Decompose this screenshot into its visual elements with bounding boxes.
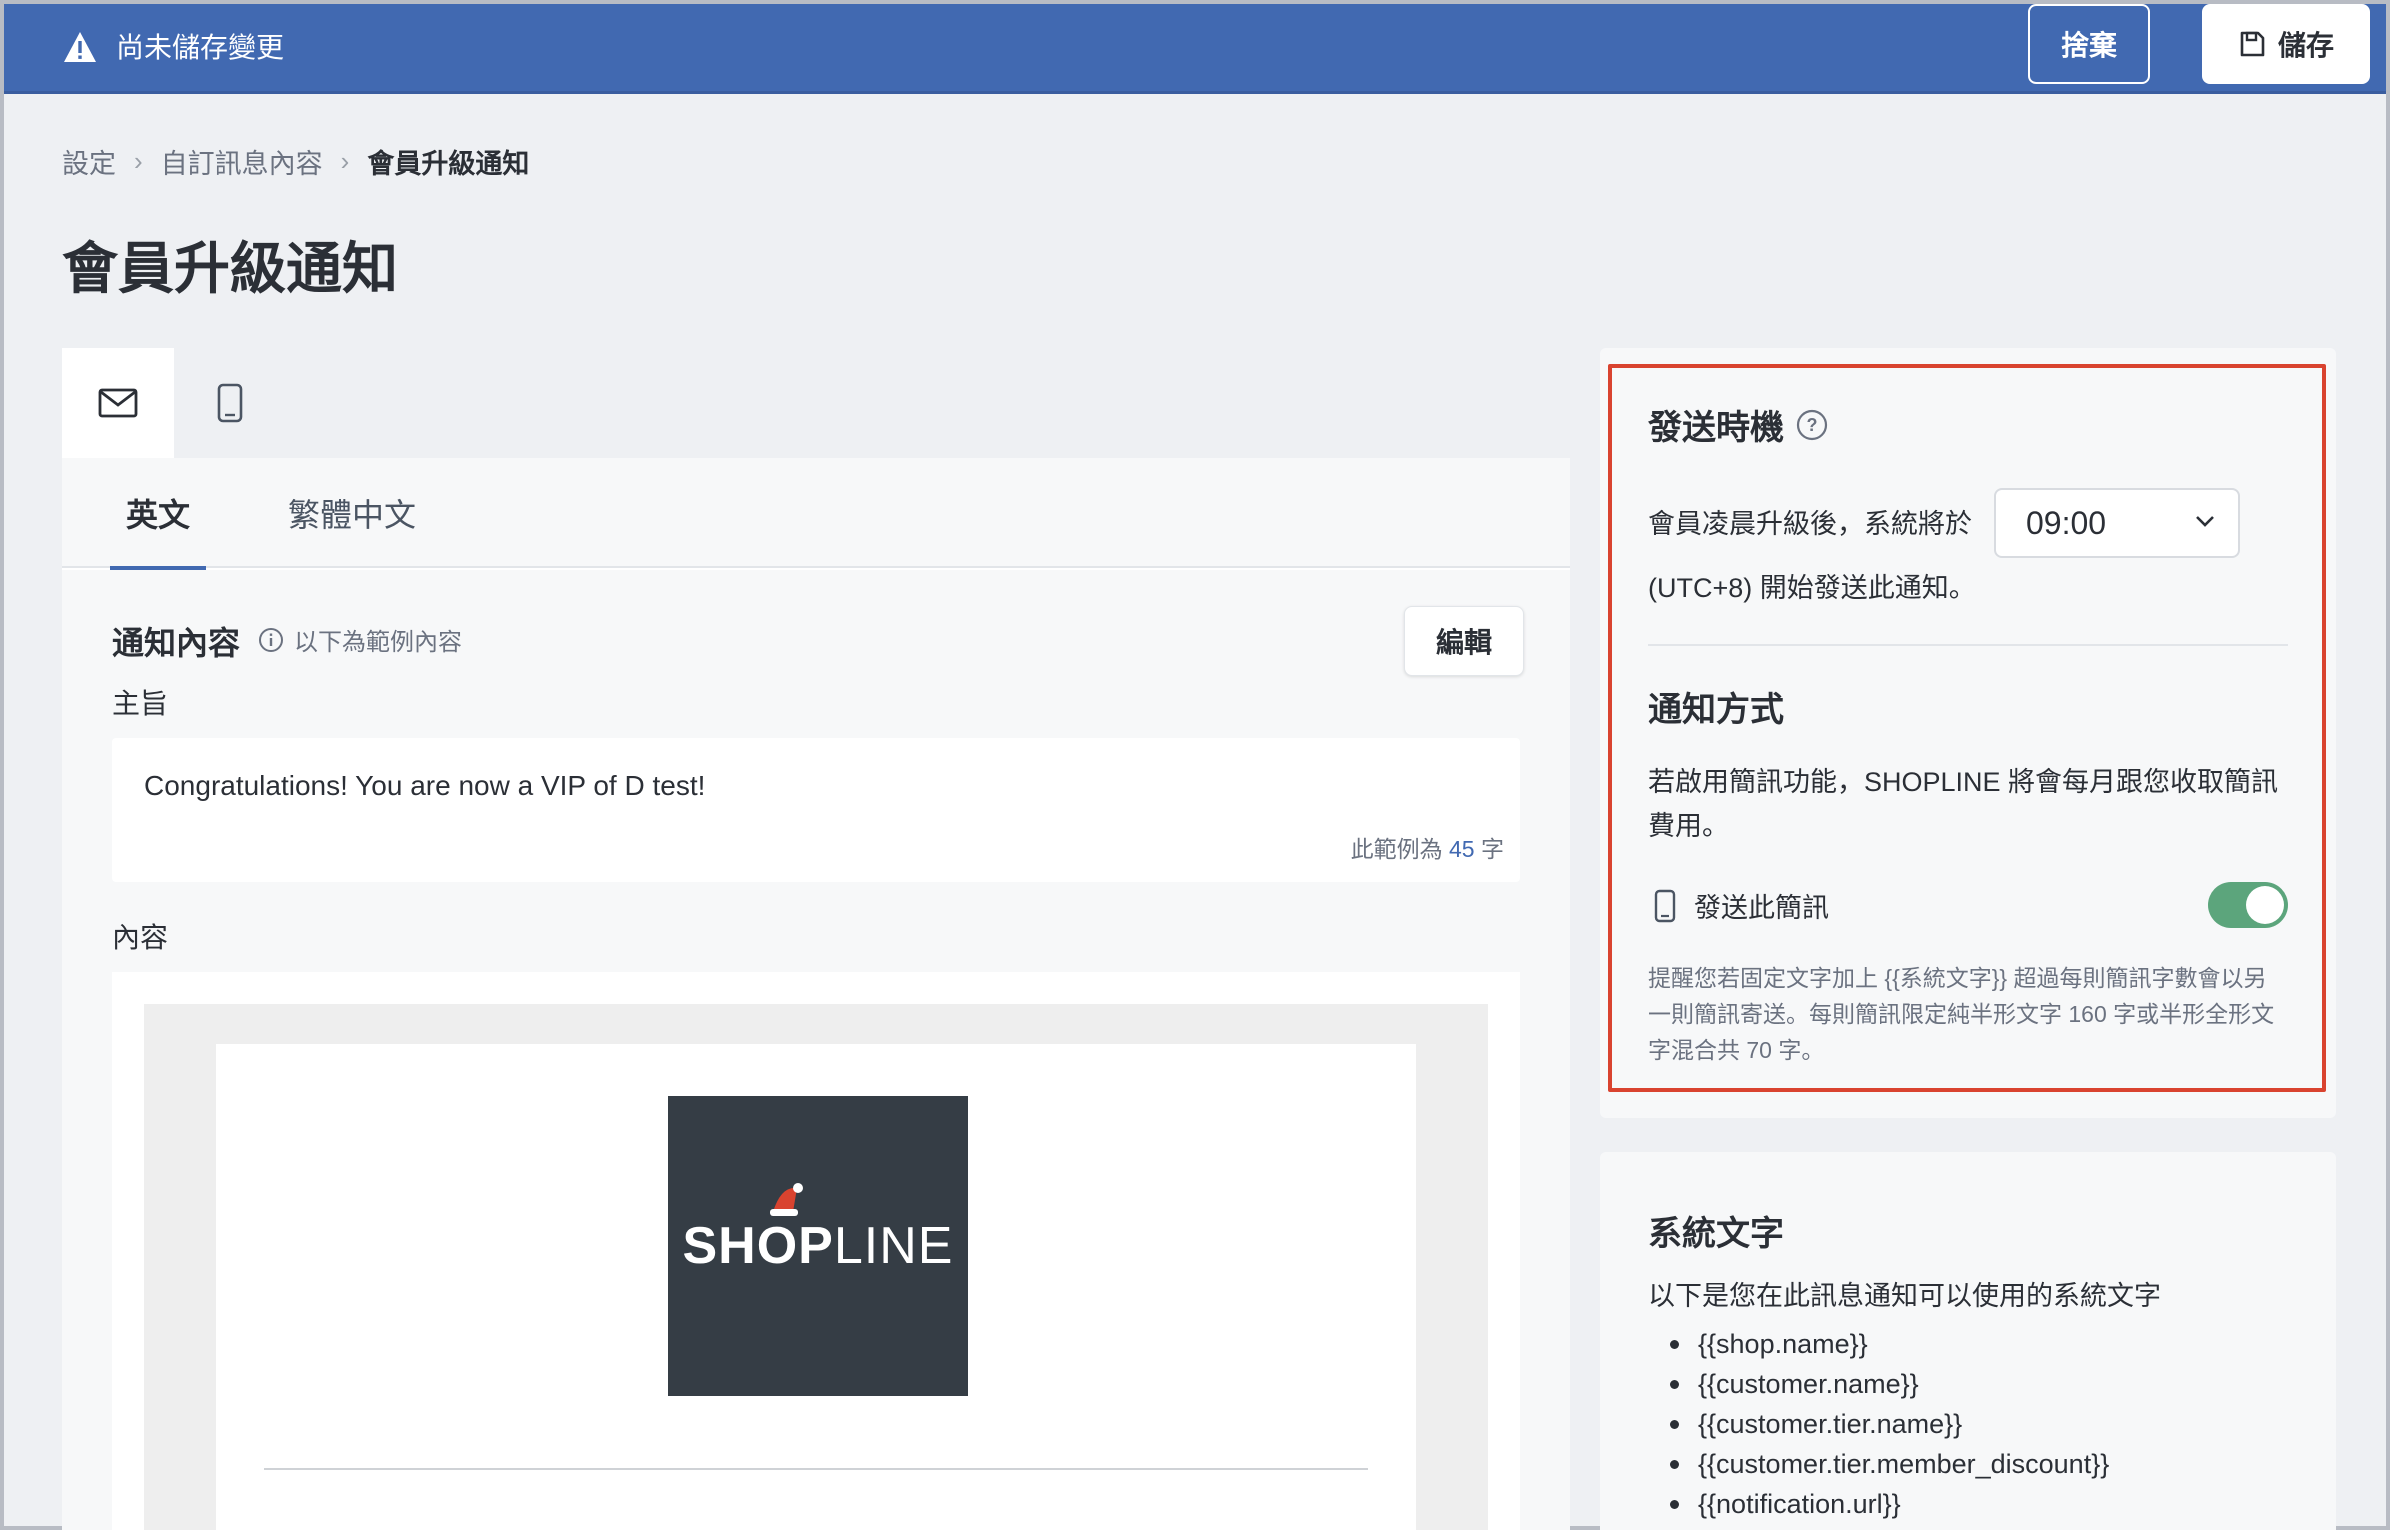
- chevron-down-icon: [2196, 516, 2214, 527]
- tab-sms[interactable]: [174, 348, 286, 458]
- unsaved-message: 尚未儲存變更: [116, 32, 285, 63]
- content-label: 內容: [112, 922, 169, 953]
- notification-method-title: 通知方式: [1648, 691, 1784, 729]
- list-item: {{shop.name}}: [1669, 1324, 2109, 1364]
- language-tabs: 英文 繁體中文: [62, 458, 1570, 570]
- notification-content-title: 通知內容: [112, 625, 241, 661]
- breadcrumb-custom-messages[interactable]: 自訂訊息內容: [161, 142, 323, 181]
- breadcrumb: 設定 › 自訂訊息內容 › 會員升級通知: [62, 142, 529, 181]
- toggle-knob: [2246, 886, 2284, 924]
- subject-label: 主旨: [112, 688, 169, 719]
- email-body: SHOPLINE: [216, 1044, 1416, 1530]
- system-text-card: 系統文字 以下是您在此訊息通知可以使用的系統文字 {{shop.name}} {…: [1600, 1152, 2336, 1530]
- email-frame: SHOPLINE: [144, 1004, 1488, 1530]
- svg-text:?: ?: [1807, 415, 1818, 435]
- warning-icon: [64, 32, 96, 62]
- send-settings-card: 發送時機 ? 會員凌晨升級後，系統將於 09:00 (UTC+8) 開始發送此通…: [1600, 348, 2336, 1118]
- notification-preview-card: 英文 繁體中文 通知內容 以下為範例內容 編輯 主旨 Congratulatio…: [62, 348, 1570, 1530]
- save-icon: [2240, 31, 2265, 57]
- logo-text-line: LINE: [833, 1217, 954, 1275]
- sample-hint: 以下為範例內容: [258, 622, 462, 657]
- char-count-value: 45: [1449, 836, 1475, 862]
- chevron-right-icon: ›: [340, 146, 350, 176]
- shop-logo: SHOPLINE: [668, 1096, 968, 1396]
- info-icon: [259, 627, 283, 652]
- subject-preview: Congratulations! You are now a VIP of D …: [112, 738, 1520, 882]
- logo-text-shop: SHOP: [682, 1217, 834, 1275]
- list-item: {{customer.tier.name}}: [1669, 1404, 2109, 1444]
- breadcrumb-settings[interactable]: 設定: [62, 142, 116, 181]
- char-count-suffix: 字: [1481, 836, 1504, 862]
- mobile-phone-icon: [1654, 889, 1676, 922]
- send-timing-text-before: 會員凌晨升級後，系統將於: [1648, 509, 1972, 539]
- send-timing-title-row: 發送時機 ?: [1648, 400, 1828, 449]
- send-timing-title: 發送時機: [1648, 409, 1784, 447]
- edit-button[interactable]: 編輯: [1404, 606, 1524, 676]
- tab-english-label: 英文: [126, 497, 191, 533]
- send-time-select[interactable]: 09:00: [1994, 488, 2240, 558]
- unsaved-changes-bar: 尚未儲存變更 捨棄 儲存: [4, 4, 2386, 94]
- sample-hint-text: 以下為範例內容: [294, 629, 462, 656]
- list-item: {{notification.url}}: [1669, 1484, 2109, 1524]
- channel-tabs: [62, 348, 1570, 458]
- email-content-preview: SHOPLINE: [112, 972, 1520, 1530]
- subject-text: Congratulations! You are now a VIP of D …: [144, 770, 706, 801]
- logo-text: SHOPLINE: [682, 1183, 954, 1276]
- section-divider: [1648, 644, 2288, 646]
- mail-icon: [98, 388, 138, 418]
- char-count-prefix: 此範例為: [1350, 836, 1443, 862]
- list-item: {{customer.name}}: [1669, 1364, 2109, 1404]
- page-title: 會員升級通知: [62, 237, 398, 300]
- sms-limit-note: 提醒您若固定文字加上 {{系統文字}} 超過每則簡訊字數會以另一則簡訊寄送。每則…: [1648, 965, 2275, 1063]
- send-timing-text-after: (UTC+8) 開始發送此通知。: [1648, 573, 1976, 603]
- mobile-phone-icon: [217, 383, 243, 423]
- email-divider: [264, 1468, 1368, 1470]
- chevron-right-icon: ›: [134, 146, 143, 176]
- notification-content-section: 通知內容 以下為範例內容 編輯 主旨 Congratulations! You …: [62, 570, 1570, 1530]
- tab-english[interactable]: 英文: [110, 458, 207, 570]
- tab-traditional-chinese[interactable]: 繁體中文: [288, 458, 416, 568]
- santa-hat-icon: [769, 1183, 803, 1216]
- save-button-label: 儲存: [2277, 30, 2334, 61]
- system-variables-list: {{shop.name}} {{customer.name}} {{custom…: [1669, 1324, 2109, 1524]
- help-icon[interactable]: ?: [1796, 409, 1828, 441]
- sms-fee-description: 若啟用簡訊功能，SHOPLINE 將會每月跟您收取簡訊費用。: [1648, 767, 2279, 841]
- tab-email[interactable]: [62, 348, 174, 458]
- sms-toggle-label: 發送此簡訊: [1694, 893, 1829, 923]
- char-count: 此範例為 45 字: [1351, 830, 1504, 864]
- sms-toggle[interactable]: [2208, 882, 2288, 928]
- save-button[interactable]: 儲存: [2202, 4, 2370, 84]
- breadcrumb-current: 會員升級通知: [367, 149, 530, 179]
- send-time-value: 09:00: [2026, 504, 2107, 541]
- system-text-title: 系統文字: [1648, 1215, 1784, 1253]
- list-item: {{customer.tier.member_discount}}: [1669, 1444, 2109, 1484]
- tab-traditional-chinese-label: 繁體中文: [288, 497, 417, 533]
- discard-button[interactable]: 捨棄: [2028, 4, 2150, 84]
- system-text-description: 以下是您在此訊息通知可以使用的系統文字: [1648, 1281, 2161, 1311]
- sms-toggle-row: 發送此簡訊: [1654, 886, 1829, 925]
